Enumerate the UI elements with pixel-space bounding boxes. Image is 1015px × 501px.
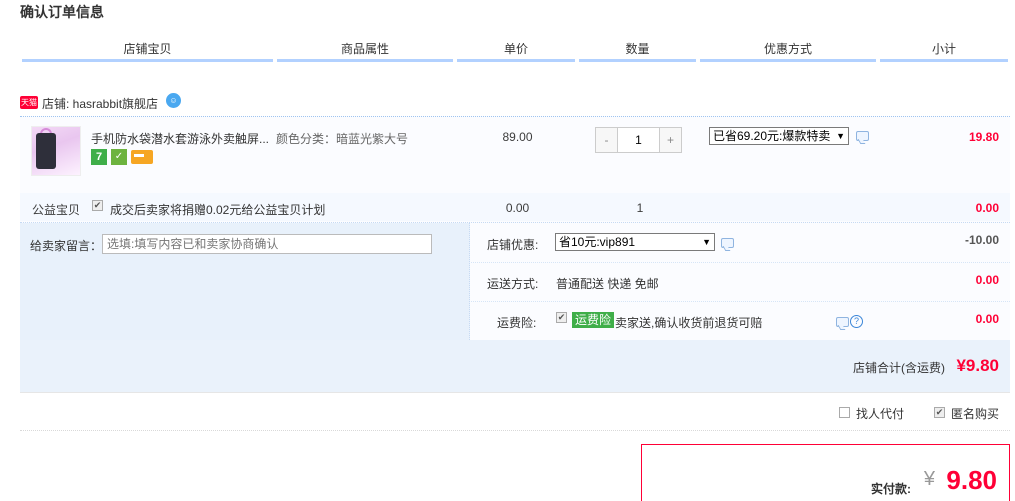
seven-day-return-icon[interactable]: 7 [91,149,107,165]
anonymous-checkbox[interactable]: ✔ [934,407,945,418]
find-pay-label[interactable]: 找人代付 [856,405,904,422]
credit-card-icon[interactable] [131,150,153,164]
help-icon[interactable]: ? [850,315,863,328]
quantity-increase-button[interactable]: + [659,128,681,152]
charity-price: 0.00 [505,201,530,215]
find-pay-checkbox[interactable] [839,407,850,418]
charity-text: 成交后卖家将捐赠0.02元给公益宝贝计划 [110,203,326,217]
shop-discount-label: 店铺优惠: [487,238,539,252]
row-divider [471,262,1010,263]
col-header-attributes: 商品属性 [275,40,455,62]
tmall-logo-icon: 天猫 [20,96,38,109]
insurance-text: 卖家送,确认收货前退货可赔 [615,316,763,330]
shop-total-label: 店铺合计(含运费) [853,361,945,375]
memo-label: 给卖家留言： [30,239,103,253]
shipping-amount: 0.00 [975,273,999,287]
discount-comment-icon[interactable] [721,238,734,248]
col-header-discount: 优惠方式 [698,40,878,62]
shop-discount-value: 省10元:vip891 [559,235,636,249]
quantity-stepper: - + [595,127,682,153]
shipping-method: 普通配送 快递 免邮 [556,277,659,291]
memo-input[interactable] [102,234,432,254]
page-title: 确认订单信息 [20,4,104,20]
shop-row: 天猫 店铺: hasrabbit旗舰店 ☺ [20,92,1010,116]
charity-subtotal: 0.00 [975,201,999,215]
promo-select-value: 已省69.20元:爆款特卖 [713,129,831,143]
insurance-label: 运费险: [497,316,537,330]
chevron-down-icon: ▼ [702,237,711,247]
promo-comment-icon[interactable] [856,131,869,141]
anonymous-label[interactable]: 匿名购买 [951,405,999,422]
guarantee-icon[interactable]: ✓ [111,149,127,165]
insurance-comment-icon[interactable] [836,317,849,327]
payment-label: 实付款: [871,482,911,496]
charity-label: 公益宝贝 [32,203,81,217]
shop-discount-amount: -10.00 [964,233,999,247]
insurance-tag: 运费险 [572,312,615,328]
divider [20,430,1010,431]
payment-currency: ¥ [923,468,935,490]
product-title-link[interactable]: 手机防水袋潜水套游泳外卖触屏... [91,130,281,147]
unit-price: 89.00 [502,130,533,144]
charity-checkbox[interactable]: ✔ [92,200,103,211]
charity-qty: 1 [636,201,644,215]
chat-bubble-icon[interactable]: ☺ [166,93,181,108]
quantity-input[interactable] [618,128,659,152]
payment-total: 9.80 [946,465,997,495]
divider [20,392,1010,393]
shop-discount-select[interactable]: 省10元:vip891 ▼ [555,233,715,251]
promo-select[interactable]: 已省69.20元:爆款特卖 ▼ [709,127,849,145]
shop-name-link[interactable]: 店铺: hasrabbit旗舰店 [42,95,158,112]
quantity-decrease-button[interactable]: - [596,128,618,152]
product-attribute: 颜色分类：暗蓝光紫大号 [276,132,409,146]
row-divider [471,301,1010,302]
item-subtotal: 19.80 [968,130,999,144]
shipping-label: 运送方式: [487,277,539,291]
col-header-price: 单价 [455,40,577,62]
chevron-down-icon: ▼ [836,131,845,141]
col-header-store-item: 店铺宝贝 [20,40,275,62]
insurance-amount: 0.00 [975,312,999,326]
product-thumbnail-phone [36,133,56,169]
item-row [20,117,1010,190]
col-header-subtotal: 小计 [878,40,1010,62]
col-header-quantity: 数量 [577,40,698,62]
insurance-checkbox[interactable]: ✔ [556,312,567,323]
shop-total-value: ¥9.80 [956,356,999,375]
